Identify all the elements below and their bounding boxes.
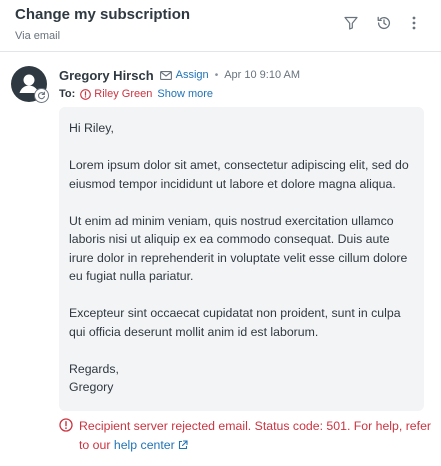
page-title: Change my subscription: [15, 6, 191, 23]
ticket-header: Change my subscription Via email: [0, 0, 441, 52]
body-paragraph-1: Lorem ipsum dolor sit amet, consectetur …: [69, 158, 409, 191]
show-more-link[interactable]: Show more: [157, 88, 213, 100]
signoff-line: Regards,: [69, 361, 119, 376]
more-options-icon[interactable]: [405, 14, 423, 32]
channel-subtitle: Via email: [15, 30, 61, 42]
recipient-name[interactable]: Riley Green: [94, 88, 152, 100]
greeting-text: Hi Riley,: [69, 121, 114, 135]
help-center-label[interactable]: help center: [114, 438, 175, 452]
recipients-line: To: Riley Green Show more: [59, 87, 213, 101]
external-link-icon: [178, 439, 188, 449]
signature-line: Gregory: [69, 380, 114, 394]
refresh-icon: [37, 91, 45, 100]
filter-icon[interactable]: [342, 14, 360, 32]
signoff-text: Regards, Gregory: [69, 360, 414, 397]
error-icon: [59, 418, 73, 437]
separator-dot: •: [214, 69, 219, 81]
assign-link[interactable]: Assign: [176, 69, 209, 81]
history-icon[interactable]: [375, 14, 393, 32]
timestamp: Apr 10 9:10 AM: [224, 69, 301, 81]
sender-line: Gregory Hirsch Assign • Apr 10 9:10 AM: [59, 67, 300, 83]
help-center-link[interactable]: help center: [114, 438, 188, 452]
error-message: Recipient server rejected email. Status …: [79, 417, 439, 454]
envelope-icon: [159, 70, 172, 80]
body-paragraph-2: Ut enim ad minim veniam, quis nostrud ex…: [69, 213, 408, 284]
message-body: Hi Riley, Lorem ipsum dolor sit amet, co…: [59, 107, 424, 411]
body-paragraph-3: Excepteur sint occaecat cupidatat non pr…: [69, 306, 401, 339]
to-label: To:: [59, 88, 76, 100]
sender-name: Gregory Hirsch: [59, 67, 154, 83]
email-channel-badge: [34, 88, 49, 103]
warning-icon: [80, 88, 92, 100]
